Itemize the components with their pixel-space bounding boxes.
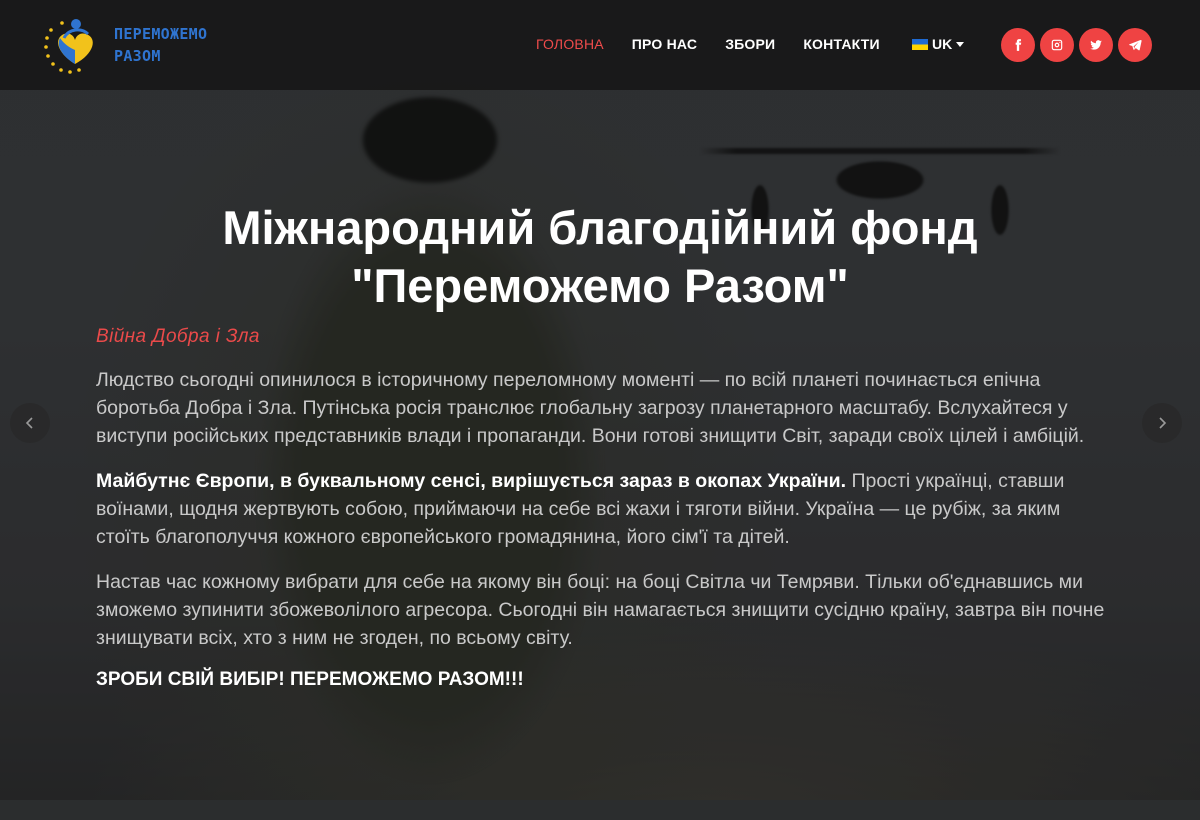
brand-name-line1: ПЕРЕМОЖЕМО xyxy=(114,25,208,43)
ukraine-flag-icon xyxy=(912,38,928,50)
main-nav: ГОЛОВНА ПРО НАС ЗБОРИ КОНТАКТИ xyxy=(536,36,908,52)
telegram-button[interactable] xyxy=(1118,28,1152,62)
page-title-line2: "Переможемо Разом" xyxy=(351,259,849,313)
facebook-button[interactable] xyxy=(1001,28,1035,62)
social-links xyxy=(1001,28,1157,62)
carousel-prev-button[interactable] xyxy=(10,403,50,443)
hero-paragraph-2-bold: Майбутнє Європи, в буквальному сенсі, ви… xyxy=(96,470,847,492)
nav-item-contacts[interactable]: КОНТАКТИ xyxy=(803,36,879,52)
hero-paragraph-2: Майбутнє Європи, в буквальному сенсі, ви… xyxy=(96,467,1106,551)
brand-name-line2: РАЗОМ xyxy=(114,47,161,65)
brand-logo-icon xyxy=(42,14,108,76)
facebook-icon xyxy=(1015,39,1022,51)
twitter-button[interactable] xyxy=(1079,28,1113,62)
instagram-icon xyxy=(1051,39,1063,51)
chevron-right-icon xyxy=(1159,417,1167,429)
hero-paragraph-1: Людство сьогодні опинилося в історичному… xyxy=(96,369,1085,447)
page-title: Міжнародний благодійний фонд "Переможемо… xyxy=(0,199,1200,315)
hero-call-to-action: ЗРОБИ СВІЙ ВИБІР! ПЕРЕМОЖЕМО РАЗОМ!!! xyxy=(96,669,524,690)
language-dropdown[interactable]: UK xyxy=(912,36,965,52)
brand-logo-link[interactable]: ПЕРЕМОЖЕМО РАЗОМ xyxy=(42,14,207,76)
hero-text-block: Війна Добра і Зла Людство сьогодні опини… xyxy=(96,326,1106,691)
nav-item-home[interactable]: ГОЛОВНА xyxy=(536,36,604,52)
nav-item-about[interactable]: ПРО НАС xyxy=(632,36,697,52)
chevron-left-icon xyxy=(25,417,33,429)
nav-item-fundraisers[interactable]: ЗБОРИ xyxy=(725,36,775,52)
language-label: UK xyxy=(932,36,953,52)
instagram-button[interactable] xyxy=(1040,28,1074,62)
telegram-icon xyxy=(1129,40,1142,51)
hero-paragraph-3: Настав час кожному вибрати для себе на я… xyxy=(96,571,1105,649)
navbar: ПЕРЕМОЖЕМО РАЗОМ ГОЛОВНА ПРО НАС ЗБОРИ К… xyxy=(0,0,1200,90)
brand-name: ПЕРЕМОЖЕМО РАЗОМ xyxy=(114,23,207,67)
caret-down-icon xyxy=(956,41,965,47)
twitter-icon xyxy=(1090,40,1102,50)
hero-subtitle: Війна Добра і Зла xyxy=(96,326,260,347)
carousel-next-button[interactable] xyxy=(1142,403,1182,443)
hero-section: Міжнародний благодійний фонд "Переможемо… xyxy=(0,0,1200,800)
page-title-line1: Міжнародний благодійний фонд xyxy=(222,201,978,255)
